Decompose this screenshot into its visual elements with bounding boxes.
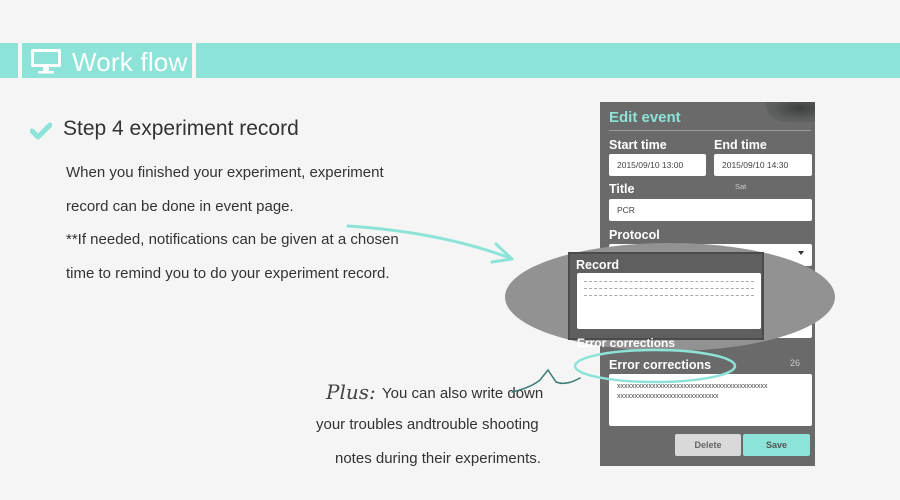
error-text-line: xxxxxxxxxxxxxxxxxxxxxxxxxxxxxxxxxxxxxxxx… [617, 383, 768, 390]
error-corrections-peek-label: Error corrections [577, 336, 676, 350]
title-label: Title [609, 182, 635, 196]
step-description-line: record can be done in event page. [66, 198, 294, 215]
record-label: Record [576, 258, 620, 272]
step-description-line: When you finished your experiment, exper… [66, 164, 384, 181]
title-input[interactable]: PCR [609, 199, 812, 221]
divider [609, 130, 811, 131]
monitor-icon [31, 49, 61, 74]
error-corrections-label: Error corrections [609, 358, 712, 372]
arrow-to-record-head [490, 242, 514, 264]
banner-right-strip [196, 43, 900, 78]
start-time-label: Start time [609, 138, 667, 152]
section-header: Work flow [22, 43, 192, 78]
header-photo [765, 102, 815, 122]
banner-left-strip [0, 43, 18, 78]
day-hint: Sat [735, 182, 747, 191]
character-count: 26 [790, 358, 801, 368]
step-title: Step 4 experiment record [63, 117, 299, 140]
error-corrections-textarea[interactable]: xxxxxxxxxxxxxxxxxxxxxxxxxxxxxxxxxxxxxxxx… [609, 374, 812, 426]
placeholder-line [584, 295, 754, 296]
check-icon [30, 122, 52, 140]
record-textarea-zoomed[interactable] [577, 273, 761, 329]
plus-text-line: your troubles andtrouble shooting [316, 416, 539, 433]
plus-text-line: You can also write down [382, 385, 544, 402]
section-title: Work flow [72, 47, 188, 77]
plus-text-line: notes during their experiments. [335, 450, 541, 467]
step-description-line: **If needed, notifications can be given … [66, 231, 399, 248]
panel-title: Edit event [609, 109, 681, 126]
protocol-label: Protocol [609, 228, 660, 242]
chevron-down-icon [798, 251, 804, 255]
end-time-label: End time [714, 138, 767, 152]
save-button[interactable]: Save [743, 434, 810, 456]
start-time-input[interactable]: 2015/09/10 13:00 [609, 154, 706, 176]
end-time-input[interactable]: 2015/09/10 14:30 [714, 154, 812, 176]
delete-button[interactable]: Delete [675, 434, 741, 456]
placeholder-line [584, 281, 754, 282]
error-text-line: xxxxxxxxxxxxxxxxxxxxxxxxxxxxx [617, 393, 719, 400]
plus-label: Plus: [326, 380, 376, 404]
step-description-line: time to remind you to do your experiment… [66, 265, 390, 282]
placeholder-line [584, 288, 754, 289]
